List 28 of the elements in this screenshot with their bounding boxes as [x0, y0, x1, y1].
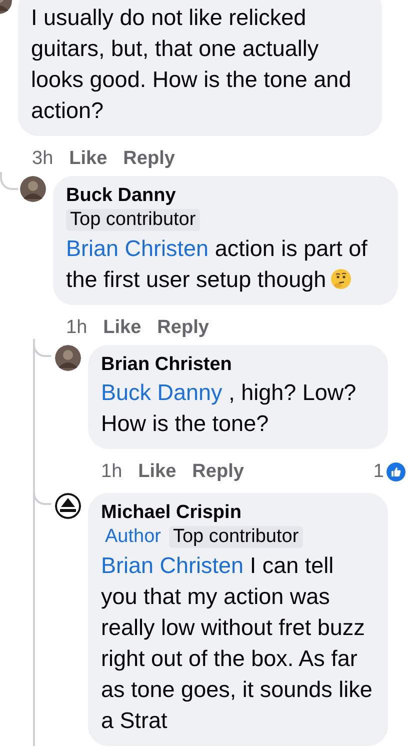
comment-text: Buck Danny , high? Low? How is the tone?: [101, 379, 358, 438]
comment-text: Brian Christen action is part of the first user setup though: [66, 235, 368, 294]
author-name[interactable]: Buck Danny: [66, 184, 385, 208]
avatar[interactable]: [20, 176, 46, 202]
role-label: Author: [104, 526, 162, 548]
timestamp: 3h: [32, 146, 54, 171]
reply-link[interactable]: Reply: [157, 314, 209, 342]
like-link[interactable]: Like: [69, 144, 108, 174]
mention-link[interactable]: Buck Danny: [101, 380, 222, 405]
reply-link[interactable]: Reply: [123, 144, 175, 174]
like-link[interactable]: Like: [138, 458, 176, 486]
role-label: Top contributor: [66, 209, 200, 231]
role-label: Top contributor: [168, 526, 303, 548]
connector-line: [0, 172, 18, 190]
comment-text: I usually do not like relicked guitars, but, that one actually looks good. How is the tone and action?: [31, 4, 352, 125]
avatar[interactable]: [55, 493, 81, 519]
timestamp: 1h: [66, 316, 88, 340]
mention-link[interactable]: Brian Christen: [101, 553, 244, 578]
avatar[interactable]: [55, 345, 81, 371]
like-icon: [386, 462, 406, 482]
author-name[interactable]: Brian Christen: [101, 353, 375, 377]
mention-link[interactable]: Brian Christen: [66, 236, 209, 261]
reaction-count: 1: [373, 460, 384, 484]
author-name[interactable]: Michael Crispin: [101, 501, 375, 525]
timestamp: 1h: [101, 460, 122, 484]
comment-text: Brian Christen I can tell you that my action was really low without fret buzz right out of the box. As far as tone goes, it sounds like a Strat: [101, 552, 374, 735]
reply-link[interactable]: Reply: [192, 458, 244, 486]
like-link[interactable]: Like: [103, 314, 142, 342]
